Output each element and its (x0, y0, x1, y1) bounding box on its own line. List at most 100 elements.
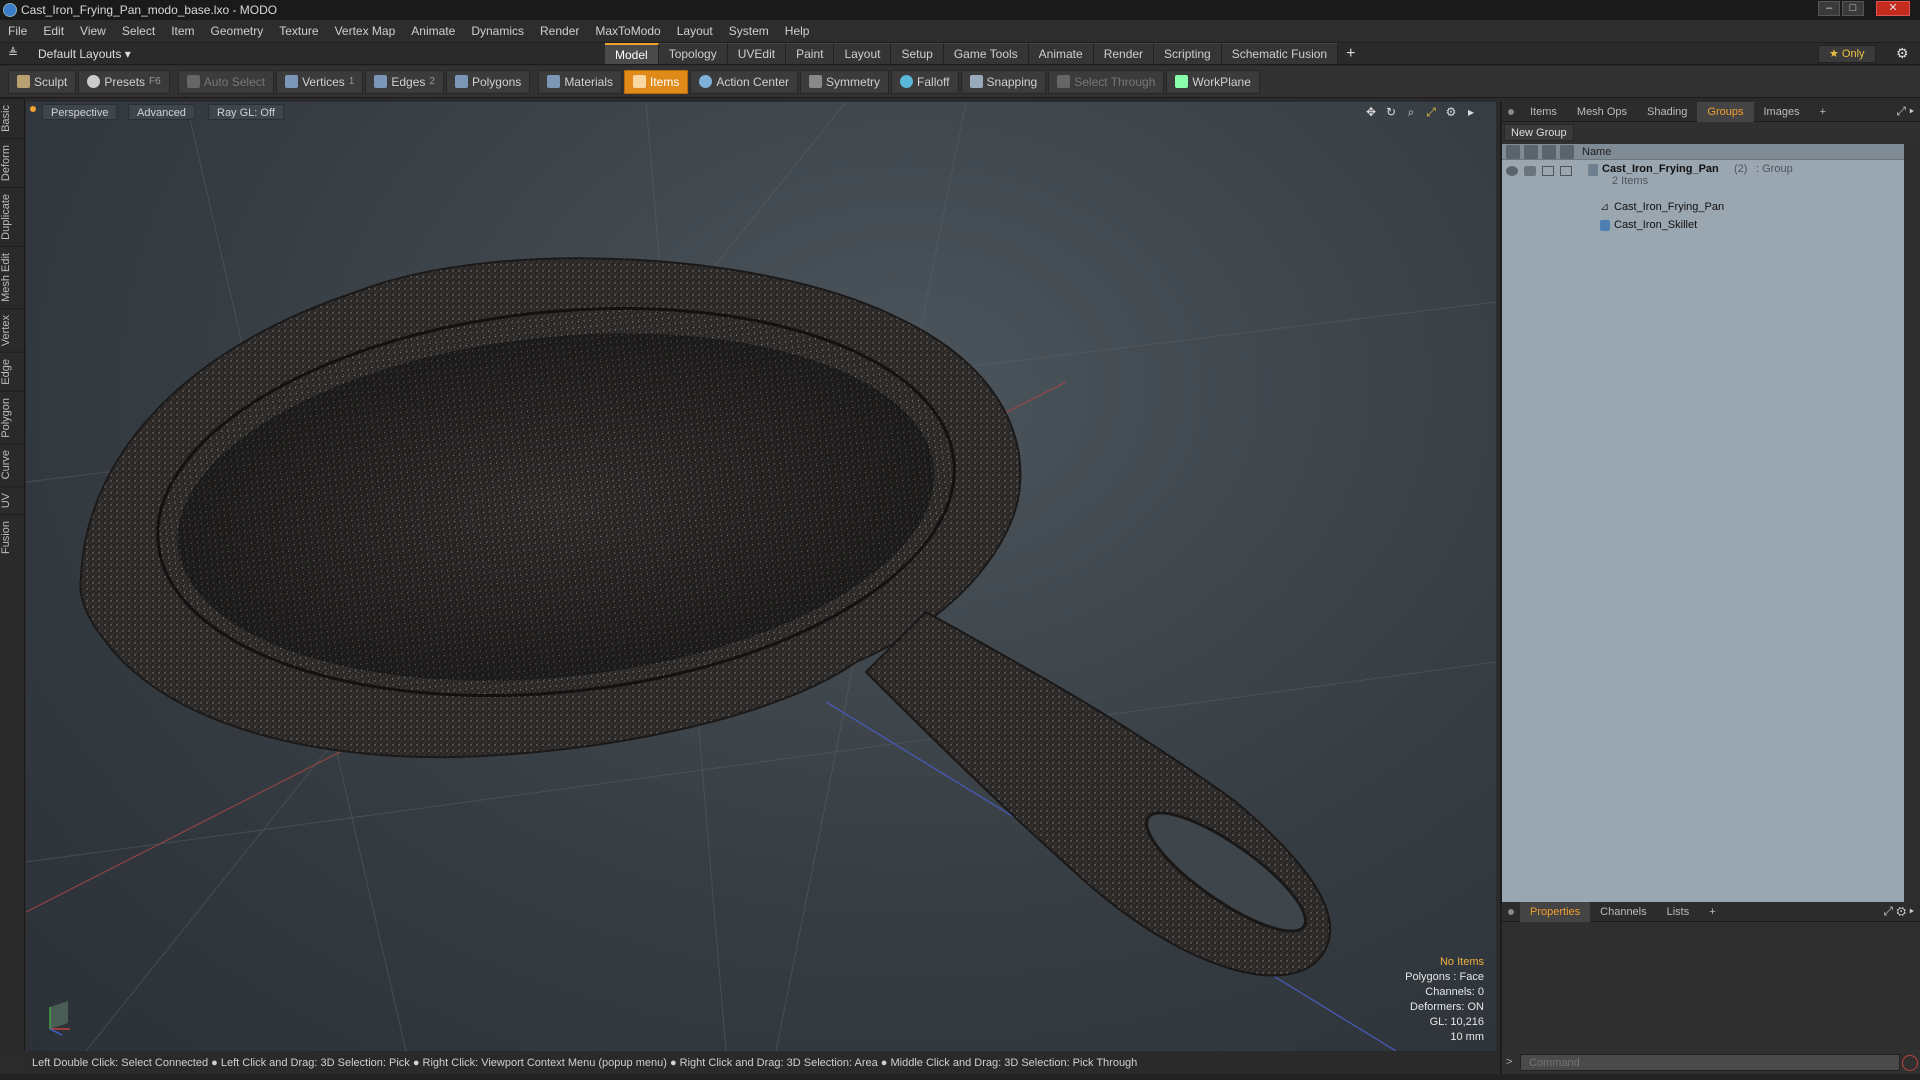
menu-geometry[interactable]: Geometry (203, 20, 272, 43)
render-icon[interactable] (1524, 166, 1536, 176)
tooltab-fusion[interactable]: Fusion (0, 514, 24, 561)
tooltab-edge[interactable]: Edge (0, 351, 24, 391)
tab-groups[interactable]: Groups (1697, 101, 1754, 122)
add-lower-tab-icon[interactable]: + (1699, 902, 1725, 922)
tab-items[interactable]: Items (1520, 102, 1567, 122)
minimize-button[interactable]: – (1818, 1, 1840, 16)
auto-select-button[interactable]: Auto Select (177, 69, 275, 94)
items-button[interactable]: Items (624, 69, 689, 94)
add-panel-tab-icon[interactable]: + (1810, 102, 1836, 122)
tab-images[interactable]: Images (1754, 102, 1810, 122)
close-button[interactable]: ✕ (1876, 1, 1910, 16)
workplane-button[interactable]: WorkPlane (1166, 69, 1260, 94)
layout-preset-dropdown[interactable]: Default Layouts ▾ (38, 47, 131, 61)
add-tab-icon[interactable]: + (1338, 43, 1363, 65)
layout-arrow-icon[interactable]: ≜ (8, 46, 18, 60)
shading-dropdown[interactable]: Advanced (128, 104, 195, 120)
tab-game-tools[interactable]: Game Tools (943, 43, 1029, 64)
view-type-dropdown[interactable]: Perspective (42, 104, 118, 120)
raygl-toggle[interactable]: Ray GL: Off (208, 104, 284, 120)
menu-dynamics[interactable]: Dynamics (463, 20, 532, 43)
symmetry-button[interactable]: Symmetry (800, 69, 890, 94)
menu-edit[interactable]: Edit (35, 20, 72, 43)
panel-menu-icon[interactable] (1508, 108, 1514, 115)
action-center-button[interactable]: Action Center (690, 69, 799, 94)
menu-animate[interactable]: Animate (403, 20, 463, 43)
tab-lists[interactable]: Lists (1657, 902, 1700, 922)
select-column-icon[interactable] (1560, 145, 1574, 159)
select-icon[interactable] (1560, 166, 1572, 176)
menu-maxtomodo[interactable]: MaxToModo (587, 20, 668, 43)
tooltab-duplicate[interactable]: Duplicate (0, 186, 24, 246)
lock-icon[interactable] (1542, 166, 1554, 176)
tooltab-mesh-edit[interactable]: Mesh Edit (0, 245, 24, 308)
tooltab-basic[interactable]: Basic (0, 98, 24, 138)
tab-model[interactable]: Model (605, 43, 659, 64)
tab-topology[interactable]: Topology (658, 43, 728, 64)
polygons-stat: Polygons : Face (1405, 971, 1484, 983)
3d-viewport[interactable]: Perspective Advanced Ray GL: Off ✥ ↻ ⌕ ⤢… (26, 102, 1496, 1051)
menu-vertex-map[interactable]: Vertex Map (327, 20, 404, 43)
tab-mesh-ops[interactable]: Mesh Ops (1567, 102, 1637, 122)
child-item-name: Cast_Iron_Skillet (1614, 219, 1698, 231)
materials-button[interactable]: Materials (538, 69, 622, 94)
tab-paint[interactable]: Paint (786, 43, 835, 64)
menu-texture[interactable]: Texture (271, 20, 326, 43)
edges-button[interactable]: Edges 2 (365, 69, 444, 94)
menu-layout[interactable]: Layout (669, 20, 721, 43)
tab-properties[interactable]: Properties (1520, 901, 1591, 922)
tab-uvedit[interactable]: UVEdit (727, 43, 787, 64)
lower-panel-expand-icon[interactable]: ⤢ ⚙ ▸ (1883, 904, 1914, 919)
lower-panel-menu-icon[interactable] (1508, 908, 1514, 915)
command-input[interactable] (1520, 1054, 1900, 1071)
tooltab-curve[interactable]: Curve (0, 443, 24, 486)
zoom-view-icon[interactable]: ⌕ (1404, 105, 1418, 119)
falloff-button[interactable]: Falloff (891, 69, 959, 94)
menu-item[interactable]: Item (163, 20, 202, 43)
panel-expand-icon[interactable]: ⤢ ▸ (1896, 104, 1914, 119)
groups-list[interactable]: Name Cast_Iron_Frying_Pan (2) : Group 2 … (1502, 144, 1904, 902)
frying-pan-model[interactable] (79, 257, 1332, 977)
polygons-button[interactable]: Polygons (445, 69, 531, 94)
maximize-button[interactable]: □ (1842, 1, 1864, 16)
tab-setup[interactable]: Setup (891, 43, 944, 64)
only-toggle[interactable]: ★ Only (1818, 45, 1876, 63)
name-column-header[interactable]: Name (1582, 144, 1611, 160)
render-column-icon[interactable] (1524, 145, 1538, 159)
move-view-icon[interactable]: ✥ (1364, 105, 1378, 119)
viewport-expand-icon[interactable]: ▸ (1464, 105, 1478, 119)
tab-animate[interactable]: Animate (1028, 43, 1094, 64)
tab-schematic-fusion[interactable]: Schematic Fusion (1221, 43, 1339, 64)
viewport-menu-icon[interactable] (30, 106, 36, 112)
menu-render[interactable]: Render (532, 20, 587, 43)
lock-column-icon[interactable] (1542, 145, 1556, 159)
fit-view-icon[interactable]: ⤢ (1424, 105, 1438, 119)
menu-select[interactable]: Select (114, 20, 163, 43)
tooltab-polygon[interactable]: Polygon (0, 390, 24, 444)
tab-scripting[interactable]: Scripting (1154, 43, 1222, 64)
tab-layout[interactable]: Layout (834, 43, 892, 64)
menu-help[interactable]: Help (777, 20, 818, 43)
viewport-settings-icon[interactable]: ⚙ (1444, 105, 1458, 119)
tab-shading[interactable]: Shading (1637, 102, 1697, 122)
presets-button[interactable]: Presets F6 (78, 69, 170, 94)
menu-system[interactable]: System (721, 20, 777, 43)
tab-channels[interactable]: Channels (1590, 902, 1656, 922)
sculpt-button[interactable]: Sculpt (8, 69, 77, 94)
tooltab-uv[interactable]: UV (0, 485, 24, 515)
vertices-button[interactable]: Vertices 1 (276, 69, 364, 94)
tooltab-vertex[interactable]: Vertex (0, 307, 24, 352)
gear-icon[interactable]: ⚙ (1896, 45, 1909, 62)
visibility-column-icon[interactable] (1506, 145, 1520, 159)
menu-file[interactable]: File (0, 20, 35, 43)
list-scrollbar[interactable] (1904, 144, 1920, 902)
rotate-view-icon[interactable]: ↻ (1384, 105, 1398, 119)
snapping-button[interactable]: Snapping (960, 69, 1047, 94)
tooltab-deform[interactable]: Deform (0, 137, 24, 187)
tab-render[interactable]: Render (1093, 43, 1155, 64)
command-history-icon[interactable] (1902, 1055, 1918, 1071)
select-through-button[interactable]: Select Through (1048, 69, 1165, 94)
eye-icon[interactable] (1506, 166, 1518, 176)
menu-view[interactable]: View (72, 20, 114, 43)
new-group-button[interactable]: New Group (1504, 124, 1574, 141)
